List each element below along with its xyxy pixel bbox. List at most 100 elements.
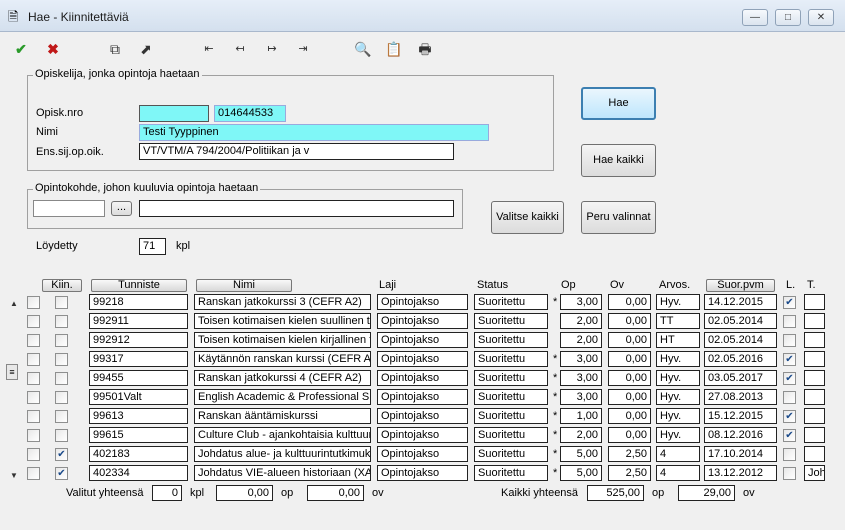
row-tunniste-cell[interactable]: 992911	[89, 313, 188, 329]
opisknro-prefix-field[interactable]	[139, 105, 209, 122]
row-l-checkbox[interactable]: ✔	[783, 296, 796, 309]
row-nimi-cell[interactable]: Toisen kotimaisen kielen suullinen taito	[194, 313, 371, 329]
row-status-cell[interactable]: Suoritettu	[474, 370, 548, 386]
row-nimi-cell[interactable]: Ranskan jatkokurssi 3 (CEFR A2)	[194, 294, 371, 310]
row-l-checkbox[interactable]: ✔	[783, 353, 796, 366]
row-tunniste-cell[interactable]: 99218	[89, 294, 188, 310]
row-kiin-checkbox[interactable]	[55, 315, 68, 328]
row-op-cell[interactable]: 3,00	[560, 389, 602, 405]
row-kiin-checkbox[interactable]: ✔	[55, 467, 68, 480]
row-t-cell[interactable]	[804, 313, 825, 329]
row-select-checkbox[interactable]	[27, 410, 40, 423]
row-op-cell[interactable]: 5,00	[560, 446, 602, 462]
row-kiin-checkbox[interactable]	[55, 334, 68, 347]
nav-next-icon[interactable]: ↦	[263, 40, 281, 58]
row-laji-cell[interactable]: Opintojakso	[377, 465, 468, 481]
row-arvos-cell[interactable]: Hyv.	[656, 427, 700, 443]
row-nimi-cell[interactable]: Johdatus alue- ja kulttuurintutkimukseen	[194, 446, 371, 462]
row-select-checkbox[interactable]	[27, 334, 40, 347]
row-op-cell[interactable]: 2,00	[560, 427, 602, 443]
row-ov-cell[interactable]: 0,00	[608, 427, 651, 443]
row-op-cell[interactable]: 3,00	[560, 370, 602, 386]
row-pvm-cell[interactable]: 02.05.2014	[704, 332, 777, 348]
row-op-cell[interactable]: 3,00	[560, 294, 602, 310]
row-pvm-cell[interactable]: 15.12.2015	[704, 408, 777, 424]
row-t-cell[interactable]	[804, 389, 825, 405]
row-select-checkbox[interactable]	[27, 353, 40, 366]
valitse-kaikki-button[interactable]: Valitse kaikki	[491, 201, 564, 234]
row-nimi-cell[interactable]: English Academic & Professional Sk	[194, 389, 371, 405]
row-tunniste-cell[interactable]: 99501Valt	[89, 389, 188, 405]
row-status-cell[interactable]: Suoritettu	[474, 332, 548, 348]
row-l-checkbox[interactable]	[783, 315, 796, 328]
row-pvm-cell[interactable]: 02.05.2016	[704, 351, 777, 367]
row-laji-cell[interactable]: Opintojakso	[377, 446, 468, 462]
row-tunniste-cell[interactable]: 402334	[89, 465, 188, 481]
nimi-field[interactable]: Testi Tyyppinen	[139, 124, 489, 141]
row-op-cell[interactable]: 1,00	[560, 408, 602, 424]
row-select-checkbox[interactable]	[27, 315, 40, 328]
row-arvos-cell[interactable]: TT	[656, 313, 700, 329]
row-kiin-checkbox[interactable]	[55, 410, 68, 423]
row-status-cell[interactable]: Suoritettu	[474, 313, 548, 329]
row-ov-cell[interactable]: 0,00	[608, 408, 651, 424]
opisknro-field[interactable]: 014644533	[214, 105, 286, 122]
row-tunniste-cell[interactable]: 99613	[89, 408, 188, 424]
row-arvos-cell[interactable]: 4	[656, 446, 700, 462]
row-t-cell[interactable]: Joh	[804, 465, 825, 481]
row-laji-cell[interactable]: Opintojakso	[377, 351, 468, 367]
row-ov-cell[interactable]: 0,00	[608, 313, 651, 329]
browse-button[interactable]: ...	[111, 201, 132, 216]
row-t-cell[interactable]	[804, 370, 825, 386]
row-status-cell[interactable]: Suoritettu	[474, 465, 548, 481]
row-pvm-cell[interactable]: 02.05.2014	[704, 313, 777, 329]
nav-last-icon[interactable]: ⇥	[294, 40, 312, 58]
row-pvm-cell[interactable]: 08.12.2016	[704, 427, 777, 443]
row-arvos-cell[interactable]: Hyv.	[656, 294, 700, 310]
row-nimi-cell[interactable]: Ranskan jatkokurssi 4 (CEFR A2)	[194, 370, 371, 386]
minimize-button[interactable]: —	[742, 9, 768, 26]
row-t-cell[interactable]	[804, 446, 825, 462]
row-nimi-cell[interactable]: Käytännön ranskan kurssi (CEFR A	[194, 351, 371, 367]
row-laji-cell[interactable]: Opintojakso	[377, 427, 468, 443]
row-nimi-cell[interactable]: Ranskan ääntämiskurssi	[194, 408, 371, 424]
row-l-checkbox[interactable]	[783, 467, 796, 480]
row-op-cell[interactable]: 2,00	[560, 332, 602, 348]
row-tunniste-cell[interactable]: 99317	[89, 351, 188, 367]
row-ov-cell[interactable]: 0,00	[608, 332, 651, 348]
row-kiin-checkbox[interactable]	[55, 296, 68, 309]
row-select-checkbox[interactable]	[27, 448, 40, 461]
row-op-cell[interactable]: 5,00	[560, 465, 602, 481]
row-select-checkbox[interactable]	[27, 467, 40, 480]
ens-field[interactable]: VT/VTM/A 794/2004/Politiikan ja v	[139, 143, 454, 160]
scroll-thumb-icon[interactable]: ≡	[6, 364, 18, 380]
row-status-cell[interactable]: Suoritettu	[474, 427, 548, 443]
row-pvm-cell[interactable]: 14.12.2015	[704, 294, 777, 310]
row-op-cell[interactable]: 3,00	[560, 351, 602, 367]
row-pvm-cell[interactable]: 13.12.2012	[704, 465, 777, 481]
row-pvm-cell[interactable]: 17.10.2014	[704, 446, 777, 462]
row-nimi-cell[interactable]: Toisen kotimaisen kielen kirjallinen tai…	[194, 332, 371, 348]
row-kiin-checkbox[interactable]	[55, 429, 68, 442]
row-kiin-checkbox[interactable]	[55, 353, 68, 366]
row-arvos-cell[interactable]: Hyv.	[656, 408, 700, 424]
col-suorpvm-header[interactable]: Suor.pvm	[706, 279, 775, 292]
row-ov-cell[interactable]: 0,00	[608, 294, 651, 310]
row-t-cell[interactable]	[804, 332, 825, 348]
row-arvos-cell[interactable]: HT	[656, 332, 700, 348]
col-nimi-header[interactable]: Nimi	[196, 279, 292, 292]
row-laji-cell[interactable]: Opintojakso	[377, 332, 468, 348]
row-status-cell[interactable]: Suoritettu	[474, 446, 548, 462]
row-l-checkbox[interactable]: ✔	[783, 429, 796, 442]
row-laji-cell[interactable]: Opintojakso	[377, 370, 468, 386]
row-ov-cell[interactable]: 0,00	[608, 370, 651, 386]
row-select-checkbox[interactable]	[27, 296, 40, 309]
maximize-button[interactable]: □	[775, 9, 801, 26]
row-pvm-cell[interactable]: 27.08.2013	[704, 389, 777, 405]
row-laji-cell[interactable]: Opintojakso	[377, 313, 468, 329]
row-status-cell[interactable]: Suoritettu	[474, 408, 548, 424]
row-l-checkbox[interactable]: ✔	[783, 410, 796, 423]
row-l-checkbox[interactable]	[783, 391, 796, 404]
row-arvos-cell[interactable]: Hyv.	[656, 389, 700, 405]
row-ov-cell[interactable]: 2,50	[608, 465, 651, 481]
